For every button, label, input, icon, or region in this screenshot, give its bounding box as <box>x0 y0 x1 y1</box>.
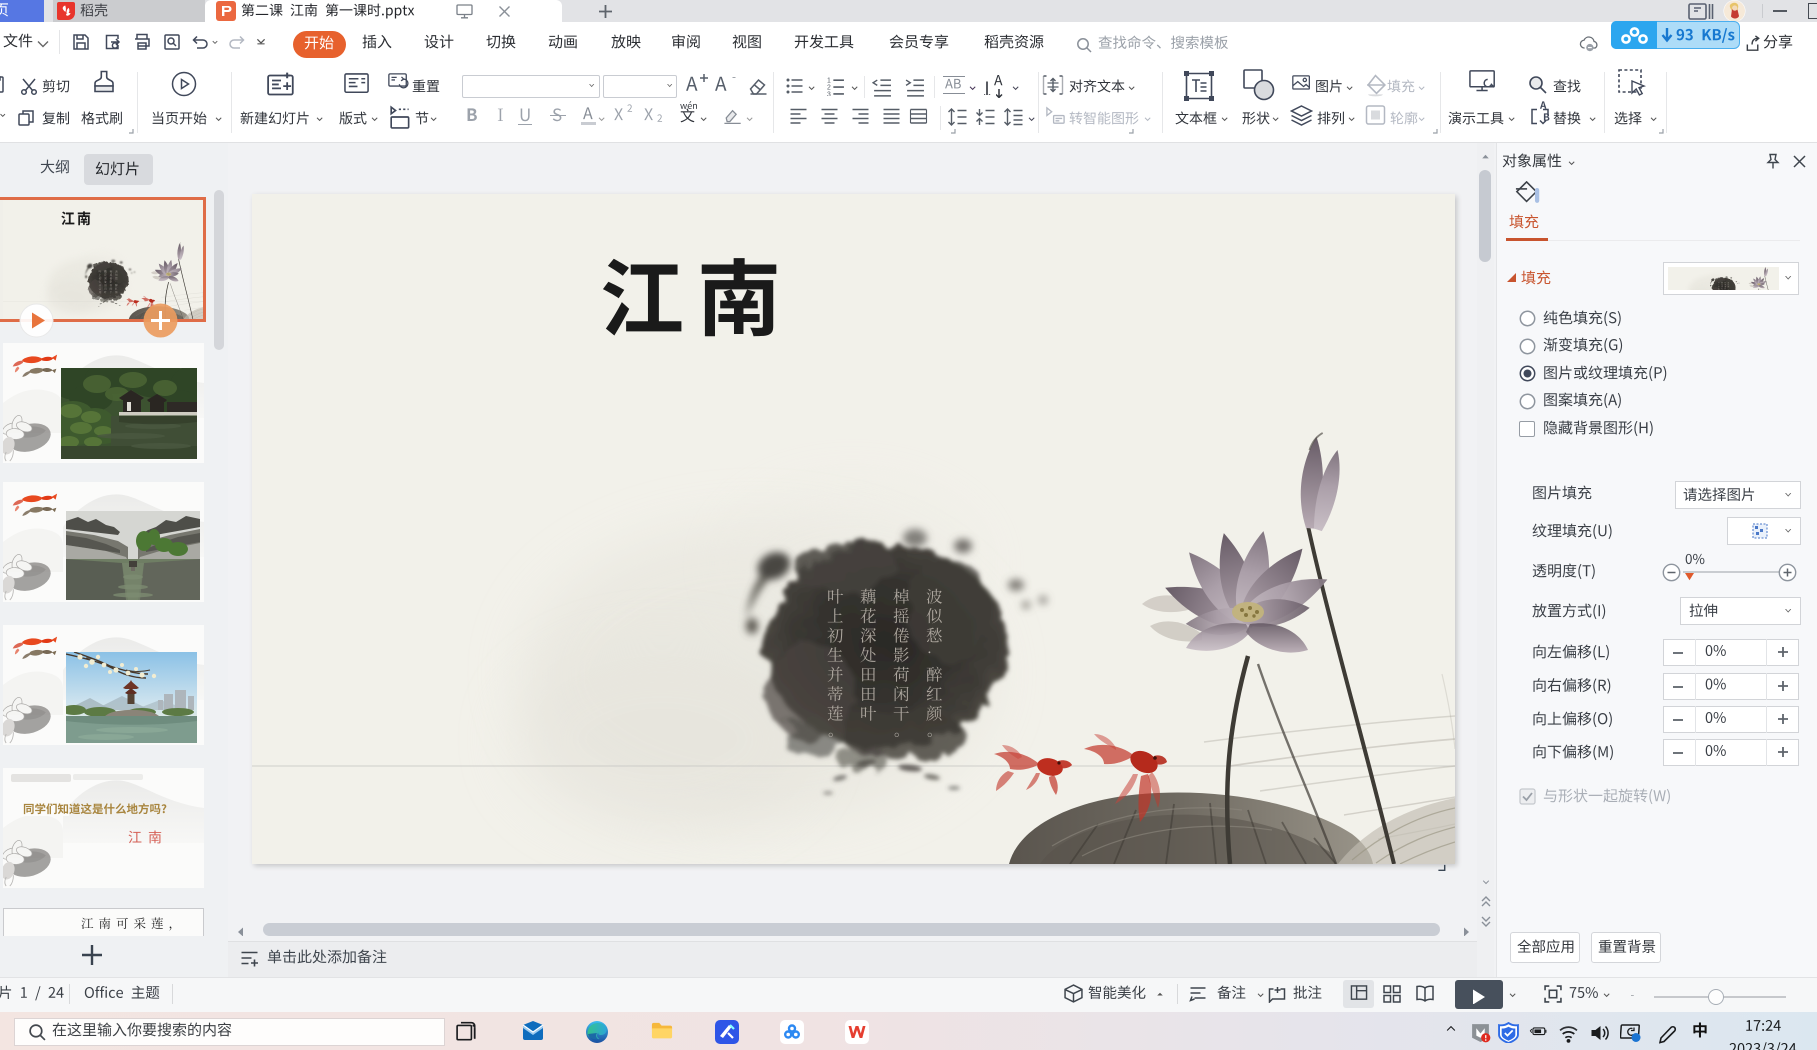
svg-text:3: 3 <box>827 92 831 96</box>
svg-text:1: 1 <box>827 77 831 84</box>
